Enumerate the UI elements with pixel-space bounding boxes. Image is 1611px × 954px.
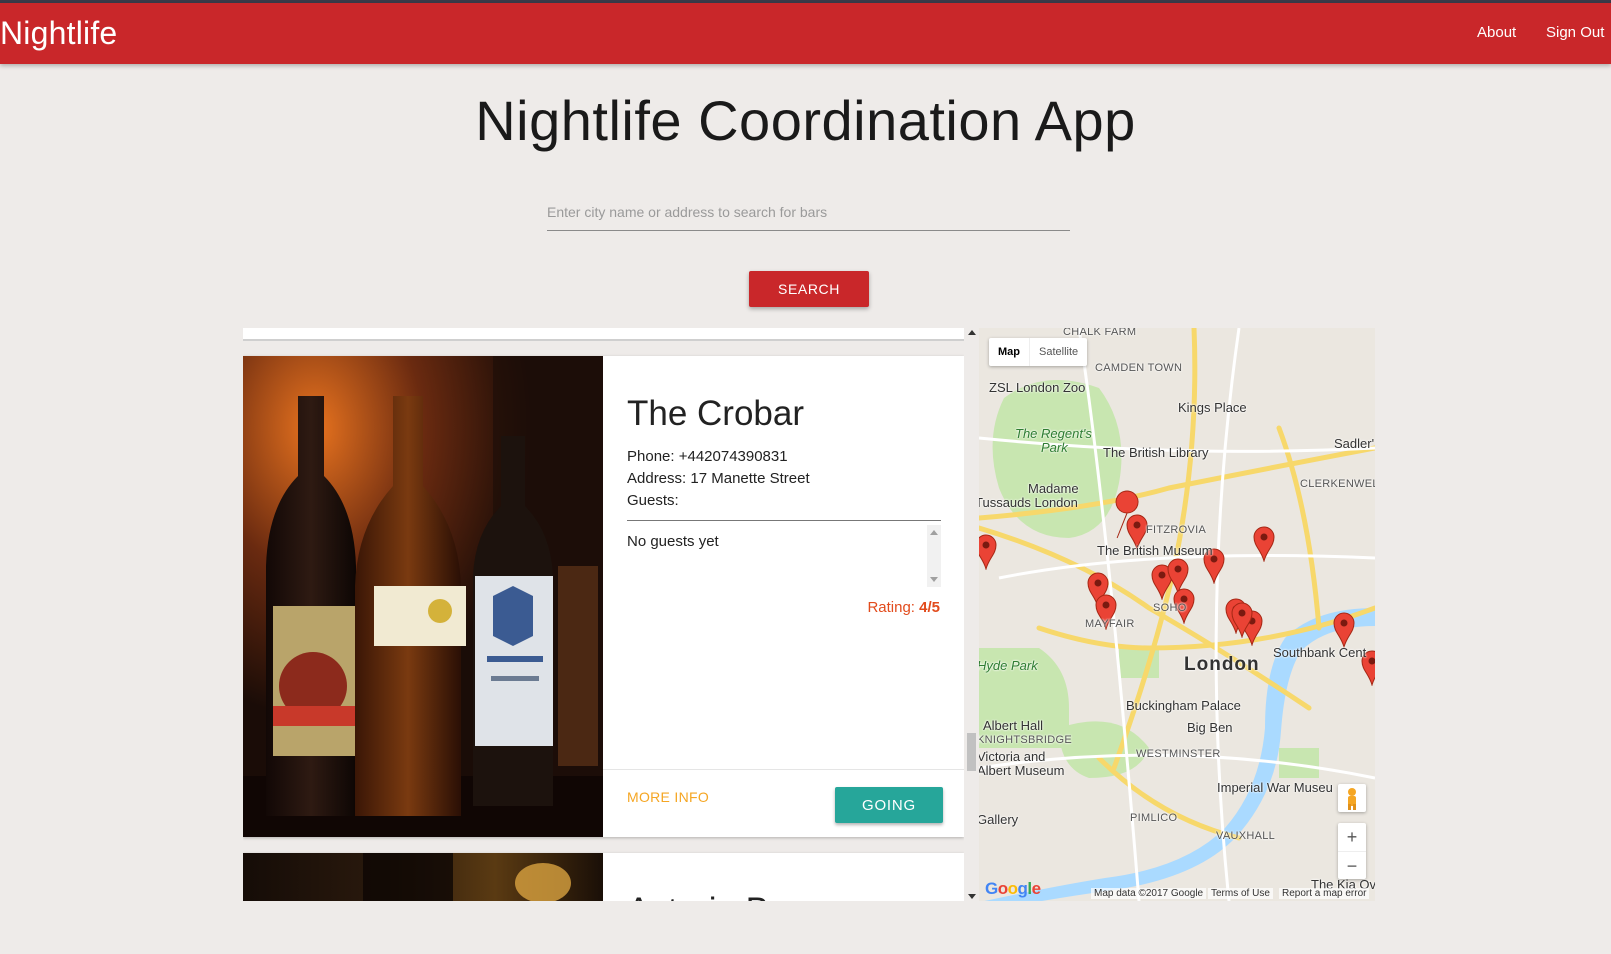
map-label: London [1184, 654, 1260, 675]
bar-card: Astoria Bar [243, 853, 964, 901]
map-label: Park [1041, 440, 1068, 455]
bar-interior-photo-icon [363, 853, 571, 901]
beer-bottles-photo-icon [243, 356, 603, 837]
street-view-pegman-icon[interactable] [1338, 784, 1366, 812]
map-label: CLERKENWEL [1300, 478, 1375, 490]
bar-card-body: The Crobar Phone: +442074390831 Address:… [603, 356, 964, 837]
map-label: Victoria and [979, 749, 1046, 764]
phone-label: Phone: [627, 448, 675, 465]
map-label: KNIGHTSBRIDGE [979, 734, 1072, 746]
map-label: WESTMINSTER [1136, 748, 1221, 760]
map-label: FITZROVIA [1146, 524, 1207, 536]
map-label: CHALK FARM [1063, 328, 1137, 338]
zoom-out-button[interactable]: − [1338, 851, 1366, 879]
map-label: MAYFAIR [1085, 618, 1135, 630]
map-label: Imperial War Museu [1217, 780, 1333, 795]
terms-of-use-link[interactable]: Terms of Use [1208, 888, 1273, 899]
scrollbar-thumb[interactable] [967, 733, 976, 771]
guests-label: Guests: [627, 492, 679, 509]
scroll-up-icon[interactable] [930, 530, 938, 535]
map-label: Big Ben [1187, 720, 1233, 735]
map-type-map-button[interactable]: Map [989, 338, 1029, 366]
map[interactable]: Map Satellite CHALK FARM CAMDEN TOWN ZSL… [979, 328, 1375, 901]
bar-card: The Crobar Phone: +442074390831 Address:… [243, 356, 964, 837]
going-button[interactable]: GOING [835, 787, 943, 823]
search-button[interactable]: SEARCH [749, 271, 869, 307]
map-label: Hyde Park [979, 658, 1038, 673]
map-data-attribution: Map data ©2017 Google [1091, 888, 1207, 899]
map-type-control: Map Satellite [989, 338, 1088, 366]
map-footer: Google Map data ©2017 Google Terms of Us… [979, 879, 1375, 901]
zoom-in-button[interactable]: + [1338, 823, 1366, 851]
guest-list[interactable]: No guests yet [627, 520, 941, 587]
scroll-down-icon[interactable] [968, 894, 976, 899]
bar-address: Address: 17 Manette Street [627, 470, 810, 487]
guest-list-scrollbar[interactable] [927, 525, 941, 587]
map-label: Albert Museum [979, 763, 1065, 778]
map-label: The British Museum [1097, 543, 1213, 558]
map-label: The Regent's [1015, 426, 1092, 441]
bar-photo [243, 356, 603, 837]
scroll-up-icon[interactable] [968, 330, 976, 335]
google-logo: Google [985, 879, 1041, 898]
nav-sign-out-link[interactable]: Sign Out [1546, 24, 1604, 41]
map-label: Sadler' [1334, 436, 1375, 451]
bar-name: The Crobar [627, 394, 805, 433]
page-title: Nightlife Coordination App [475, 89, 1136, 152]
map-label: SOHO [1153, 602, 1187, 614]
bar-phone: Phone: +442074390831 [627, 448, 788, 465]
results-list[interactable]: The Crobar Phone: +442074390831 Address:… [243, 328, 964, 901]
brand-logo[interactable]: Nightlife [0, 15, 117, 52]
phone-value: +442074390831 [678, 448, 788, 465]
navbar: Nightlife About Sign Out [0, 3, 1611, 64]
bar-photo [243, 853, 603, 901]
search-input[interactable] [547, 193, 1070, 231]
nav-about-link[interactable]: About [1477, 24, 1516, 41]
bar-rating: Rating: 4/5 [867, 599, 940, 616]
zoom-control: + − [1338, 823, 1366, 879]
address-value: 17 Manette Street [690, 470, 810, 487]
map-label: PIMLICO [1130, 812, 1178, 824]
map-label: VAUXHALL [1216, 830, 1276, 842]
card-actions: MORE INFO GOING [603, 769, 964, 837]
map-label: The British Library [1103, 445, 1209, 460]
map-label: Albert Hall [983, 718, 1043, 733]
map-label: Tussauds London [979, 495, 1078, 510]
scroll-down-icon[interactable] [930, 577, 938, 582]
map-label: ZSL London Zoo [989, 380, 1086, 395]
map-label: CAMDEN TOWN [1095, 362, 1183, 374]
map-label: Gallery [979, 812, 1019, 827]
previous-card-edge [243, 328, 964, 341]
more-info-link[interactable]: MORE INFO [627, 789, 709, 805]
map-type-satellite-button[interactable]: Satellite [1029, 338, 1087, 366]
results-scrollbar[interactable] [966, 328, 978, 901]
rating-label: Rating: [867, 599, 915, 616]
map-label: Buckingham Palace [1126, 698, 1241, 713]
bar-name: Astoria Bar [627, 891, 800, 901]
map-label: Southbank Cent [1273, 645, 1367, 660]
map-label: Madame [1028, 481, 1079, 496]
rating-value: 4/5 [919, 599, 940, 616]
map-label: Kings Place [1178, 400, 1247, 415]
address-label: Address: [627, 470, 687, 487]
report-map-error-link[interactable]: Report a map error [1279, 888, 1370, 899]
guest-list-text: No guests yet [627, 533, 719, 550]
